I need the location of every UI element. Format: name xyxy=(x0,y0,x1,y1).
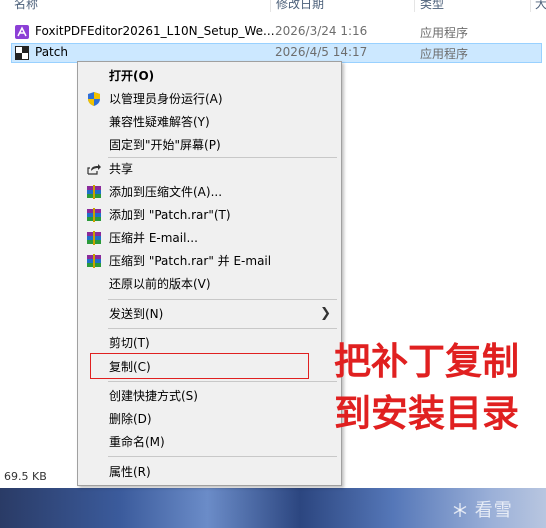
share-icon xyxy=(87,164,101,175)
menu-divider xyxy=(108,299,337,300)
chevron-right-icon: ❯ xyxy=(320,306,331,321)
uac-shield-icon xyxy=(88,92,100,106)
menu-add-rar-label: 添加到 "Patch.rar"(T) xyxy=(109,208,231,222)
menu-share-label: 共享 xyxy=(109,162,134,176)
menu-divider xyxy=(108,381,337,382)
menu-restore-versions-label: 还原以前的版本(V) xyxy=(109,277,211,291)
file-date: 2026/3/24 1:16 xyxy=(275,24,368,38)
snowflake-icon xyxy=(453,503,467,517)
menu-send-to[interactable]: 发送到(N) ❯ xyxy=(80,303,339,325)
menu-cut-label: 剪切(T) xyxy=(109,336,150,350)
column-size-header[interactable]: 大 xyxy=(535,0,546,12)
menu-compress-rar-email[interactable]: 压缩到 "Patch.rar" 并 E-mail xyxy=(80,250,339,272)
file-type: 应用程序 xyxy=(420,47,469,61)
menu-properties[interactable]: 属性(R) xyxy=(80,461,339,483)
watermark: 看雪 xyxy=(452,496,513,522)
menu-add-rar[interactable]: 添加到 "Patch.rar"(T) xyxy=(80,204,339,226)
menu-open-label: 打开(O) xyxy=(109,69,155,83)
menu-run-as-admin[interactable]: 以管理员身份运行(A) xyxy=(80,88,339,110)
column-divider xyxy=(414,0,415,12)
menu-cut[interactable]: 剪切(T) xyxy=(80,332,339,354)
annotation-line-1: 把补丁复制 xyxy=(334,340,519,383)
menu-troubleshoot-label: 兼容性疑难解答(Y) xyxy=(109,115,210,129)
menu-delete[interactable]: 删除(D) xyxy=(80,408,339,430)
menu-run-as-admin-label: 以管理员身份运行(A) xyxy=(109,92,223,106)
menu-send-to-label: 发送到(N) xyxy=(109,307,164,321)
annotation-text: 把补丁复制 到安装目录 xyxy=(334,336,519,440)
file-row-patch[interactable]: Patch 2026/4/5 14:17 应用程序 xyxy=(11,43,542,63)
menu-pin-start[interactable]: 固定到"开始"屏幕(P) xyxy=(80,134,339,156)
menu-create-shortcut-label: 创建快捷方式(S) xyxy=(109,389,198,403)
column-header: 名称 修改日期 类型 大 xyxy=(0,0,546,12)
column-type-header[interactable]: 类型 xyxy=(420,0,444,12)
annotation-line-2: 到安装目录 xyxy=(334,392,519,435)
file-name: FoxitPDFEditor20261_L10N_Setup_We... xyxy=(35,24,275,38)
file-type: 应用程序 xyxy=(420,26,469,40)
column-name-header[interactable]: 名称 xyxy=(14,0,38,12)
status-size: 69.5 KB xyxy=(4,470,47,483)
menu-divider xyxy=(108,456,337,457)
menu-open[interactable]: 打开(O) xyxy=(80,65,339,87)
column-divider xyxy=(530,0,531,12)
menu-share[interactable]: 共享 xyxy=(80,158,339,180)
menu-restore-versions[interactable]: 还原以前的版本(V) xyxy=(80,273,339,295)
winrar-icon xyxy=(87,254,101,268)
file-name: Patch xyxy=(35,45,68,59)
menu-pin-start-label: 固定到"开始"屏幕(P) xyxy=(109,138,221,152)
watermark-text: 看雪 xyxy=(474,500,513,521)
menu-divider xyxy=(108,328,337,329)
menu-delete-label: 删除(D) xyxy=(109,412,152,426)
context-menu: 打开(O) 以管理员身份运行(A) 兼容性疑难解答(Y) 固定到"开始"屏幕(P… xyxy=(77,61,342,486)
winrar-icon xyxy=(87,185,101,199)
file-row-foxit[interactable]: FoxitPDFEditor20261_L10N_Setup_We... 202… xyxy=(11,22,542,42)
menu-create-shortcut[interactable]: 创建快捷方式(S) xyxy=(80,385,339,407)
file-date: 2026/4/5 14:17 xyxy=(275,45,368,59)
menu-add-archive-label: 添加到压缩文件(A)... xyxy=(109,185,223,199)
menu-compress-email[interactable]: 压缩并 E-mail... xyxy=(80,227,339,249)
foxit-app-icon xyxy=(15,25,29,39)
menu-compress-email-label: 压缩并 E-mail... xyxy=(109,231,198,245)
menu-add-archive[interactable]: 添加到压缩文件(A)... xyxy=(80,181,339,203)
menu-troubleshoot[interactable]: 兼容性疑难解答(Y) xyxy=(80,111,339,133)
menu-properties-label: 属性(R) xyxy=(109,465,151,479)
copy-highlight-box xyxy=(90,353,309,379)
column-divider xyxy=(270,0,271,12)
column-date-header[interactable]: 修改日期 xyxy=(276,0,324,12)
menu-rename-label: 重命名(M) xyxy=(109,435,165,449)
menu-compress-rar-email-label: 压缩到 "Patch.rar" 并 E-mail xyxy=(109,254,272,268)
patch-app-icon xyxy=(15,46,29,60)
menu-rename[interactable]: 重命名(M) xyxy=(80,431,339,453)
winrar-icon xyxy=(87,208,101,222)
winrar-icon xyxy=(87,231,101,245)
